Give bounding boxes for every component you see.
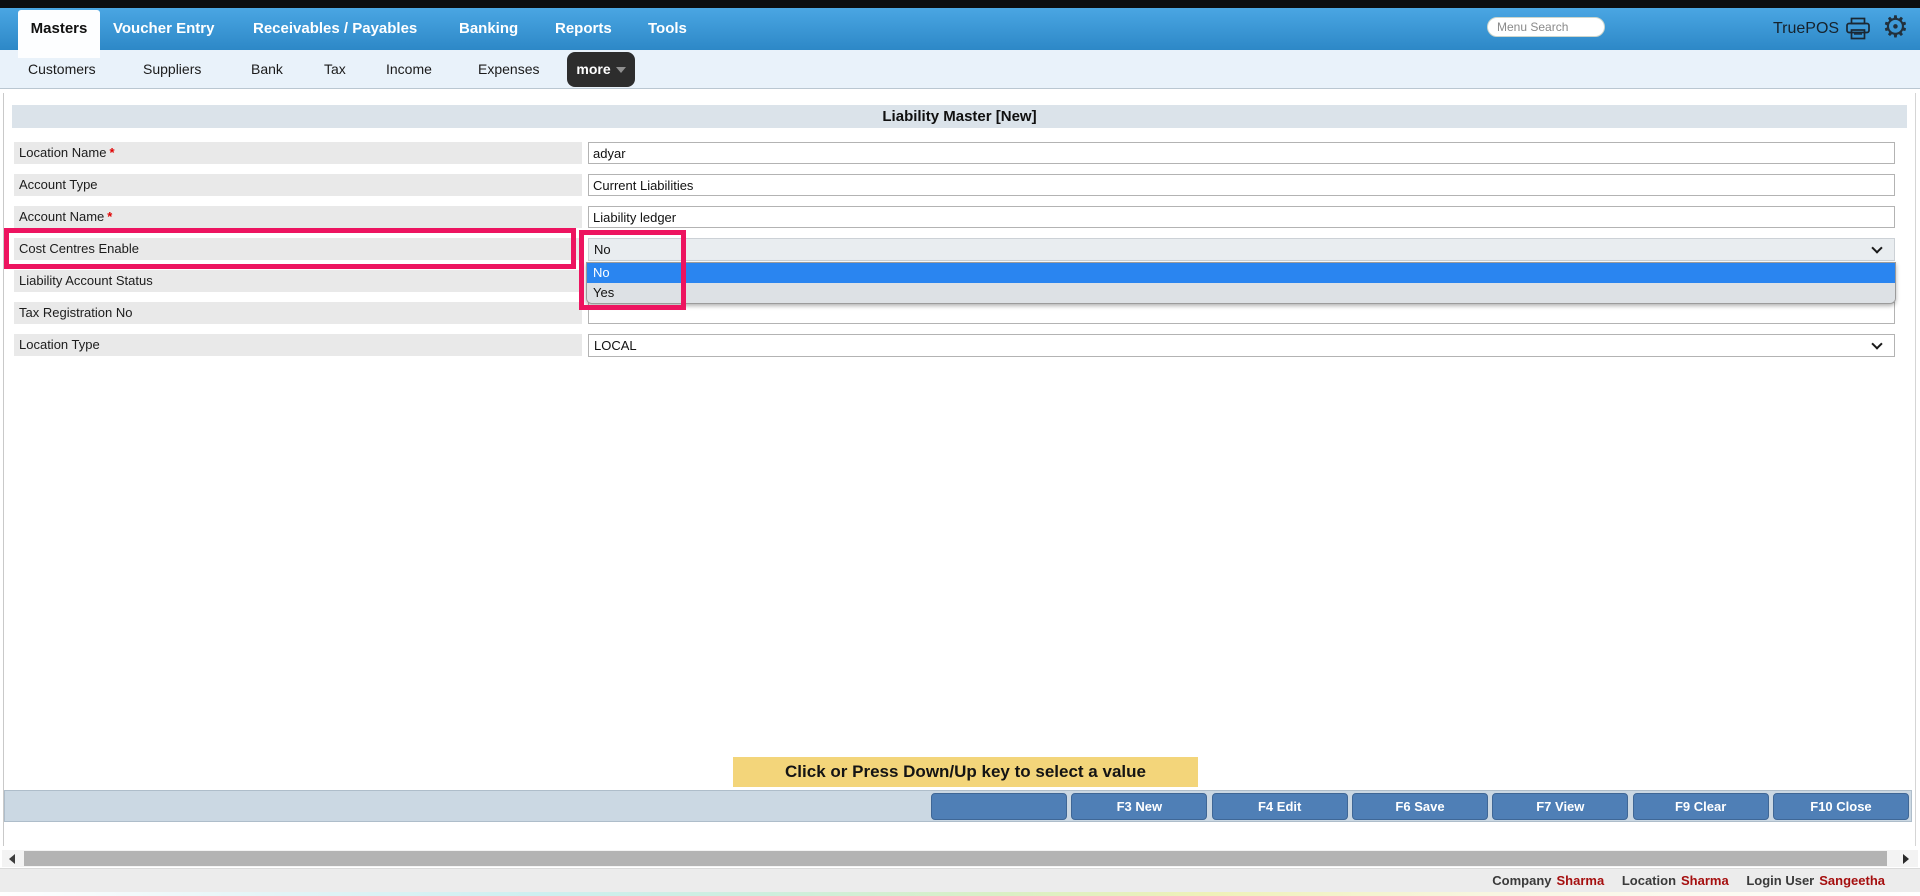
f7-view-button[interactable]: F7 View [1492, 793, 1629, 820]
tab-reports[interactable]: Reports [555, 8, 612, 50]
account-type-field[interactable] [588, 174, 1895, 196]
f3-new-button[interactable]: F3 New [1071, 793, 1208, 820]
main-nav: Masters Voucher Entry Receivables / Paya… [0, 6, 1920, 58]
cost-centres-enable-select[interactable]: No [588, 238, 1895, 261]
select-value: No [594, 242, 611, 257]
form-row: Location Name * [0, 142, 1920, 164]
login-user-label: Login User [1746, 873, 1815, 888]
chevron-down-icon [1871, 242, 1883, 254]
login-user-value: Sangeetha [1819, 873, 1885, 888]
form-row: Account Type [0, 174, 1920, 196]
scrollbar-thumb[interactable] [24, 851, 1887, 866]
location-type-select[interactable]: LOCAL [588, 334, 1895, 357]
field-label-location-name: Location Name * [14, 142, 582, 164]
label-text: Location Name [19, 145, 107, 160]
f6-save-button[interactable]: F6 Save [1351, 793, 1488, 820]
form-row: Account Name * [0, 206, 1920, 228]
blank-button[interactable] [931, 793, 1067, 820]
more-menu-button[interactable]: more [567, 52, 635, 87]
hint-tooltip: Click or Press Down/Up key to select a v… [733, 757, 1198, 787]
toolbar-buttons: F3 New F4 Edit F6 Save F7 View F9 Clear … [931, 793, 1909, 820]
label-text: Account Name [19, 209, 105, 224]
f10-close-button[interactable]: F10 Close [1772, 793, 1909, 820]
bottom-gradient-strip [0, 892, 1920, 896]
scroll-left-icon[interactable] [9, 854, 15, 864]
field-label-liability-account-status: Liability Account Status [14, 270, 582, 292]
location-label: Location [1621, 873, 1677, 888]
location-value: Sharma [1681, 873, 1729, 888]
label-text: Cost Centres Enable [19, 241, 139, 256]
tax-registration-no-field[interactable] [588, 302, 1895, 324]
app-window: Masters Voucher Entry Receivables / Paya… [0, 0, 1920, 896]
print-icon[interactable] [1845, 17, 1871, 41]
settings-gear-icon[interactable]: ⚙ [1882, 6, 1909, 50]
location-name-field[interactable] [588, 142, 1895, 164]
sub-nav: Customers Suppliers Bank Tax Income Expe… [0, 50, 1920, 89]
subnav-item-expenses[interactable]: Expenses [478, 50, 539, 88]
tab-banking[interactable]: Banking [459, 8, 518, 50]
f4-edit-button[interactable]: F4 Edit [1211, 793, 1348, 820]
account-name-field[interactable] [588, 206, 1895, 228]
form-row: Cost Centres Enable No [0, 238, 1920, 261]
subnav-item-tax[interactable]: Tax [324, 50, 346, 88]
tab-tools[interactable]: Tools [648, 8, 687, 50]
status-bar: Company Sharma Location Sharma Login User S… [0, 868, 1920, 892]
form-row: Tax Registration No [0, 302, 1920, 324]
required-asterisk: * [107, 209, 113, 224]
label-text: Tax Registration No [19, 305, 133, 320]
required-asterisk: * [109, 145, 115, 160]
field-label-location-type: Location Type [14, 334, 582, 356]
field-label-account-name: Account Name * [14, 206, 582, 228]
dropdown-option-yes[interactable]: Yes [587, 283, 1895, 303]
subnav-item-bank[interactable]: Bank [251, 50, 283, 88]
dropdown-option-no[interactable]: No [587, 263, 1895, 283]
form-row: Location Type LOCAL [0, 334, 1920, 357]
label-text: Liability Account Status [19, 273, 153, 288]
field-label-account-type: Account Type [14, 174, 582, 196]
more-label: more [576, 61, 611, 77]
chevron-down-icon [1871, 338, 1883, 350]
subnav-item-suppliers[interactable]: Suppliers [143, 50, 201, 88]
field-label-cost-centres-enable: Cost Centres Enable [14, 238, 582, 260]
horizontal-scrollbar[interactable] [2, 850, 1918, 867]
label-text: Location Type [19, 337, 100, 352]
f9-clear-button[interactable]: F9 Clear [1632, 793, 1769, 820]
menu-search-input[interactable] [1487, 17, 1605, 37]
chevron-down-icon [615, 67, 626, 74]
subnav-item-income[interactable]: Income [386, 50, 432, 88]
tab-voucher-entry[interactable]: Voucher Entry [113, 8, 214, 50]
tab-masters[interactable]: Masters [18, 10, 100, 58]
tab-receivables-payables[interactable]: Receivables / Payables [253, 8, 417, 50]
brand-logo: TruePOS [1773, 20, 1840, 37]
page-title: Liability Master [New] [12, 105, 1907, 128]
field-label-tax-registration-no: Tax Registration No [14, 302, 582, 324]
top-black-strip [0, 0, 1920, 8]
select-value: LOCAL [594, 338, 637, 353]
bottom-toolbar: F3 New F4 Edit F6 Save F7 View F9 Clear … [4, 790, 1912, 822]
company-label: Company [1492, 873, 1552, 888]
label-text: Account Type [19, 177, 98, 192]
scroll-right-icon[interactable] [1903, 854, 1909, 864]
cost-centres-dropdown-list: No Yes [586, 262, 1896, 304]
company-value: Sharma [1556, 873, 1605, 888]
